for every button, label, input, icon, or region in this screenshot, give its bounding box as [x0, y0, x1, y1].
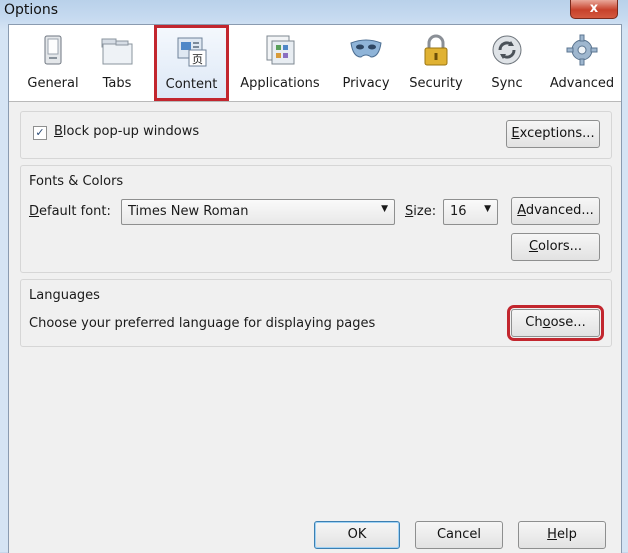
languages-group: Languages Choose your preferred language… — [20, 279, 612, 347]
tab-label: General — [27, 76, 79, 91]
default-font-label: Default font: — [29, 204, 111, 219]
fonts-colors-group: Fonts & Colors Default font: Times New R… — [20, 165, 612, 273]
dialog-body: General Tabs 页 Content Applications Priv… — [8, 24, 622, 553]
size-label: Size: — [405, 204, 437, 219]
chevron-down-icon: ▼ — [381, 204, 388, 214]
cancel-button[interactable]: Cancel — [415, 521, 503, 549]
privacy-icon — [349, 33, 383, 67]
tab-label: Content — [165, 77, 218, 92]
popup-group: ✓ Block pop-up windows Exceptions... — [20, 111, 612, 159]
exceptions-button[interactable]: Exceptions... — [506, 120, 600, 148]
tab-label: Sync — [491, 76, 523, 91]
tab-label: Security — [409, 76, 463, 91]
languages-title: Languages — [29, 288, 100, 303]
tab-label: Advanced — [549, 76, 615, 91]
pane-toolbar: General Tabs 页 Content Applications Priv… — [9, 25, 621, 102]
help-button[interactable]: Help — [518, 521, 606, 549]
svg-text:页: 页 — [192, 53, 203, 66]
tab-privacy[interactable]: Privacy — [339, 27, 393, 97]
window-title: Options — [4, 2, 59, 18]
security-icon — [419, 33, 453, 67]
languages-description: Choose your preferred language for displ… — [29, 316, 376, 331]
tab-general[interactable]: General — [23, 27, 83, 97]
chevron-down-icon: ▼ — [484, 204, 491, 214]
general-icon — [36, 33, 70, 67]
tab-tabs[interactable]: Tabs — [95, 27, 139, 97]
default-font-value: Times New Roman — [128, 204, 249, 219]
close-icon: x — [589, 1, 599, 16]
ok-button[interactable]: OK — [314, 521, 400, 549]
block-popups-checkbox[interactable]: ✓ — [33, 126, 47, 140]
tabs-icon — [100, 33, 134, 67]
advanced-icon — [565, 33, 599, 67]
content-icon: 页 — [175, 34, 209, 68]
tab-content[interactable]: 页 Content — [154, 25, 229, 101]
fonts-advanced-button[interactable]: Advanced... — [511, 197, 600, 225]
tab-label: Tabs — [102, 76, 132, 91]
font-size-select[interactable]: 16 ▼ — [443, 199, 498, 225]
sync-icon — [490, 33, 524, 67]
colors-button[interactable]: Colors... — [511, 233, 600, 261]
tab-advanced[interactable]: Advanced — [547, 27, 617, 97]
choose-language-button[interactable]: Choose... — [507, 305, 604, 341]
default-font-select[interactable]: Times New Roman ▼ — [121, 199, 395, 225]
font-size-value: 16 — [450, 204, 467, 219]
block-popups-label: Block pop-up windows — [54, 124, 200, 139]
title-bar[interactable]: Options x — [0, 0, 628, 24]
tab-applications[interactable]: Applications — [237, 27, 323, 97]
tab-sync[interactable]: Sync — [483, 27, 531, 97]
fonts-colors-title: Fonts & Colors — [29, 174, 124, 189]
applications-icon — [263, 33, 297, 67]
tab-label: Privacy — [342, 76, 390, 91]
tab-security[interactable]: Security — [405, 27, 467, 97]
options-window: Options x General Tabs 页 Content Applica… — [0, 0, 628, 553]
tab-label: Applications — [240, 76, 320, 91]
close-button[interactable]: x — [570, 0, 618, 19]
